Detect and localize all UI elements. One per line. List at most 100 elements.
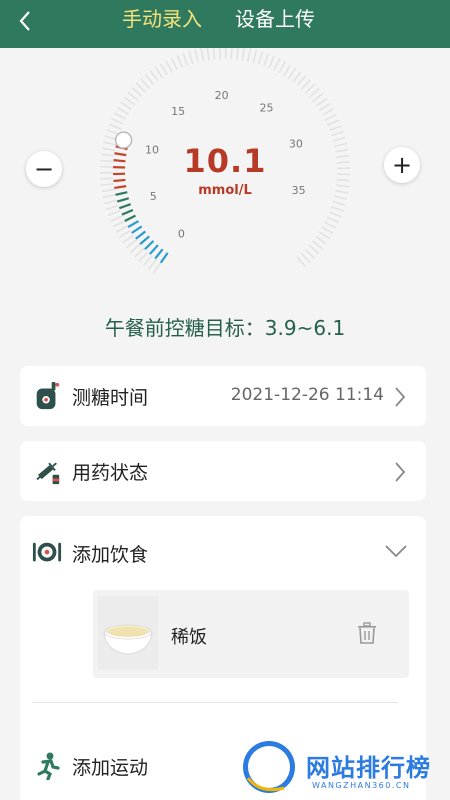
outer-tick: [135, 82, 147, 93]
outer-tick: [315, 97, 328, 107]
value-tick: [114, 185, 127, 190]
outer-tick: [318, 231, 331, 240]
gauge-tick-label: 5: [150, 190, 157, 203]
outer-tick: [328, 211, 342, 218]
outer-tick: [154, 66, 164, 79]
add-exercise-label[interactable]: 添加运动: [72, 753, 148, 780]
back-arrow-icon: [19, 11, 30, 31]
tab-device-upload[interactable]: 设备上传: [235, 6, 315, 32]
outer-tick: [318, 102, 331, 112]
watermark-360-logo: [243, 741, 295, 793]
outer-tick: [308, 88, 320, 98]
outer-tick: [102, 193, 116, 199]
outer-tick: [330, 206, 344, 212]
outer-tick: [101, 153, 115, 157]
outer-tick: [321, 226, 334, 235]
gauge-tick-label: 15: [171, 105, 185, 118]
glucose-unit: mmol/L: [198, 183, 252, 198]
outer-tick: [335, 189, 349, 194]
outer-tick: [101, 188, 115, 193]
gauge-tick-label: 0: [178, 227, 185, 240]
outer-tick: [200, 48, 205, 62]
outer-tick: [194, 49, 199, 63]
plate-icon: [32, 542, 62, 562]
measure-time-row[interactable]: 测糖时间 2021-12-26 11:14: [20, 366, 426, 426]
outer-tick: [122, 234, 134, 244]
outer-tick: [131, 86, 143, 97]
outer-tick: [283, 64, 292, 77]
increase-button[interactable]: +: [384, 147, 420, 183]
outer-tick: [152, 262, 162, 274]
outer-tick: [129, 243, 141, 254]
outer-tick: [107, 210, 121, 217]
gauge-knob[interactable]: [114, 131, 133, 149]
measure-time-label: 测糖时间: [72, 387, 149, 409]
outer-tick: [321, 108, 334, 117]
outer-tick: [105, 204, 119, 211]
outer-tick: [331, 130, 344, 137]
glucose-value: 10.1: [183, 142, 267, 180]
outer-tick: [111, 117, 124, 125]
outer-tick: [336, 184, 350, 188]
outer-tick: [149, 70, 159, 82]
outer-tick: [236, 48, 239, 60]
outer-tick: [142, 255, 153, 267]
outer-tick: [300, 252, 311, 264]
glucose-meter-icon: [36, 381, 60, 410]
outer-tick: [230, 48, 233, 60]
outer-tick: [103, 141, 117, 146]
outer-tick: [188, 51, 194, 64]
chevron-right-icon: [395, 387, 406, 407]
outer-tick: [115, 225, 128, 233]
trash-icon[interactable]: [357, 622, 377, 644]
value-tick: [149, 244, 159, 255]
decrease-button[interactable]: −: [26, 151, 62, 187]
food-item[interactable]: 稀饭: [93, 590, 409, 678]
outer-tick: [315, 235, 327, 245]
outer-tick: [312, 240, 324, 250]
outer-tick: [116, 106, 129, 115]
outer-tick: [324, 221, 337, 229]
outer-tick: [100, 182, 114, 187]
chevron-right-icon: [395, 462, 406, 482]
value-tick: [131, 225, 143, 234]
outer-tick: [165, 60, 173, 73]
value-tick: [124, 214, 136, 222]
glucose-gauge: 0 5 10 15 20 25 30 35 − + 10.1 mmol/L: [0, 48, 450, 303]
outer-tick: [100, 177, 114, 180]
value-tick: [118, 203, 132, 210]
outer-tick: [159, 63, 169, 76]
watermark-text: 网站排行榜: [306, 754, 431, 782]
top-bar: 手动录入 设备上传: [0, 0, 450, 48]
value-tick: [135, 230, 146, 240]
food-name: 稀饭: [171, 627, 207, 648]
outer-tick: [125, 239, 138, 249]
minus-icon: −: [33, 155, 55, 183]
gauge-tick-label: 30: [289, 137, 303, 150]
outer-tick: [112, 220, 126, 228]
medication-status-row[interactable]: 用药状态: [20, 441, 426, 501]
outer-tick: [257, 51, 264, 65]
chevron-down-icon[interactable]: [384, 544, 408, 558]
value-tick: [115, 191, 128, 196]
outer-tick: [326, 119, 340, 126]
outer-tick: [304, 248, 316, 259]
outer-tick: [335, 148, 349, 153]
back-button[interactable]: [10, 6, 40, 36]
value-tick: [154, 248, 164, 260]
tab-manual-entry[interactable]: 手动录入: [122, 6, 202, 32]
add-diet-label[interactable]: 添加饮食: [72, 540, 148, 567]
outer-tick: [101, 147, 116, 152]
outer-tick: [218, 48, 221, 60]
runner-icon: [37, 752, 60, 780]
value-tick: [121, 208, 134, 216]
syringe-pill-icon: [36, 462, 60, 485]
outer-tick: [138, 251, 149, 263]
measure-time-value[interactable]: 2021-12-26 11:14: [231, 385, 384, 405]
outer-tick: [329, 124, 342, 132]
value-tick: [113, 159, 126, 163]
value-tick: [127, 220, 140, 229]
outer-tick: [300, 79, 311, 90]
outer-tick: [336, 161, 350, 164]
outer-tick: [296, 75, 307, 87]
